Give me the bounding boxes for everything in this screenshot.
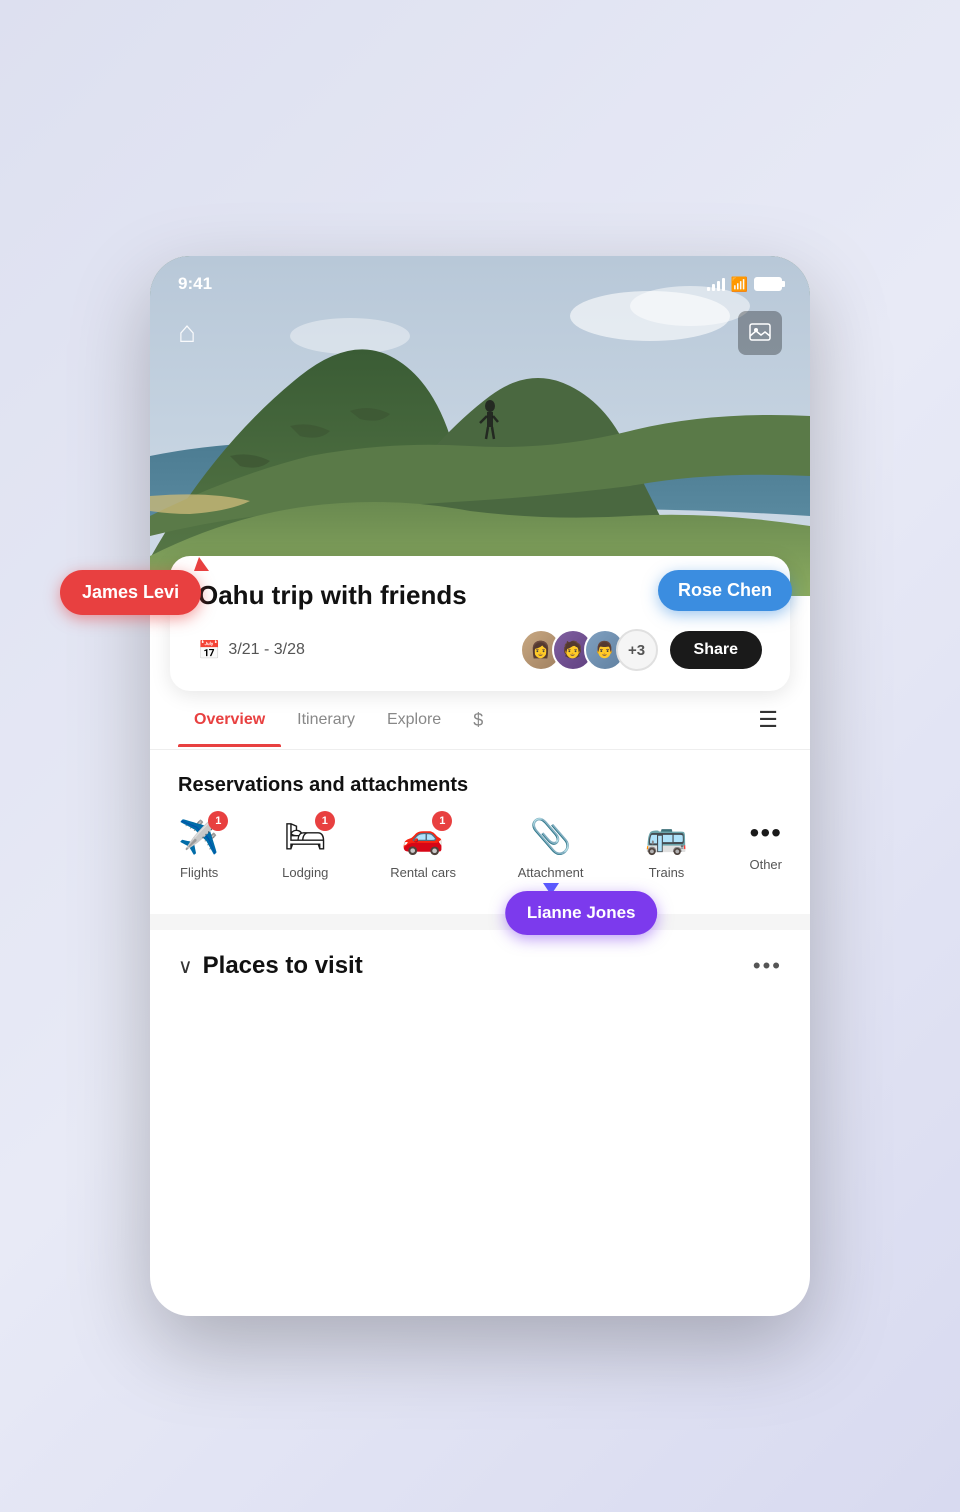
res-item-trains[interactable]: 🚌 Trains	[645, 817, 687, 880]
gallery-icon[interactable]	[738, 311, 782, 355]
rental-cars-badge: 1	[432, 811, 452, 831]
nav-tabs: Overview Itinerary Explore $ ☰	[150, 691, 810, 750]
reservations-title: Reservations and attachments	[178, 774, 782, 797]
james-levi-cursor	[194, 557, 209, 571]
tab-dollar[interactable]: $	[457, 692, 499, 749]
attachment-label: Attachment	[518, 865, 584, 880]
status-icons: 📶	[707, 276, 782, 293]
rental-cars-label: Rental cars	[390, 865, 456, 880]
tab-explore[interactable]: Explore	[371, 693, 457, 747]
res-icon-wrap-lodging: 🛏 1	[284, 817, 327, 857]
flights-label: Flights	[180, 865, 218, 880]
places-header: ∨ Places to visit •••	[178, 952, 782, 980]
places-title-row: ∨ Places to visit	[178, 952, 363, 980]
res-icon-wrap-other: •••	[750, 817, 782, 849]
res-item-rental-cars[interactable]: 🚗 1 Rental cars	[390, 817, 456, 880]
home-icon[interactable]: ⌂	[178, 316, 196, 350]
places-more-icon[interactable]: •••	[753, 953, 782, 979]
battery-icon	[754, 277, 782, 291]
main-content: Reservations and attachments ✈️ 1 Flight…	[150, 750, 810, 914]
places-section: ∨ Places to visit •••	[150, 922, 810, 1002]
trip-date: 📅 3/21 - 3/28	[198, 640, 305, 661]
avatars-group: 👩 🧑 👨 +3 Share	[520, 629, 762, 671]
nav-menu-icon[interactable]: ☰	[754, 691, 782, 749]
status-time: 9:41	[178, 274, 212, 294]
attachment-icon: 📎	[529, 818, 571, 856]
status-bar: 9:41 📶	[150, 274, 810, 294]
trip-meta: 📅 3/21 - 3/28 👩 🧑 👨 +3 Share	[198, 629, 762, 671]
other-icon: •••	[750, 817, 782, 848]
wifi-icon: 📶	[731, 276, 748, 293]
section-separator	[150, 914, 810, 922]
calendar-icon: 📅	[198, 640, 220, 661]
tab-overview[interactable]: Overview	[178, 693, 281, 747]
tooltip-lianne-jones: Lianne Jones	[505, 891, 658, 935]
phone-frame: 9:41 📶 ⌂ Oahu	[150, 256, 810, 1316]
content-card: Oahu trip with friends Rose Chen 📅 3/21 …	[170, 556, 790, 691]
res-icon-wrap-rental-cars: 🚗 1	[402, 817, 444, 857]
res-item-flights[interactable]: ✈️ 1 Flights	[178, 817, 220, 880]
tooltip-james-levi: James Levi	[60, 570, 201, 615]
signal-icon	[707, 277, 725, 291]
res-item-lodging[interactable]: 🛏 1 Lodging	[282, 817, 328, 880]
reservations-grid: ✈️ 1 Flights 🛏 1 Lodging 🚗 1 Rental	[178, 817, 782, 890]
lodging-badge: 1	[315, 811, 335, 831]
flights-badge: 1	[208, 811, 228, 831]
res-icon-wrap-trains: 🚌	[645, 817, 687, 857]
res-icon-wrap-flights: ✈️ 1	[178, 817, 220, 857]
tab-itinerary[interactable]: Itinerary	[281, 693, 371, 747]
res-icon-wrap-attachment: 📎	[529, 817, 571, 857]
hero-image: 9:41 📶 ⌂	[150, 256, 810, 596]
places-title: Places to visit	[203, 952, 363, 980]
share-button[interactable]: Share	[670, 631, 762, 669]
other-label: Other	[749, 857, 782, 872]
chevron-down-icon[interactable]: ∨	[178, 954, 193, 979]
trains-label: Trains	[649, 865, 685, 880]
res-item-attachment[interactable]: 📎 Attachment Lianne Jones	[518, 817, 584, 880]
lodging-label: Lodging	[282, 865, 328, 880]
trains-icon: 🚌	[645, 818, 687, 856]
date-range: 3/21 - 3/28	[228, 641, 305, 659]
res-item-other[interactable]: ••• Other	[749, 817, 782, 872]
avatar-count: +3	[616, 629, 658, 671]
trip-title-row: Oahu trip with friends Rose Chen	[198, 580, 762, 611]
tooltip-rose-chen: Rose Chen	[658, 570, 792, 611]
